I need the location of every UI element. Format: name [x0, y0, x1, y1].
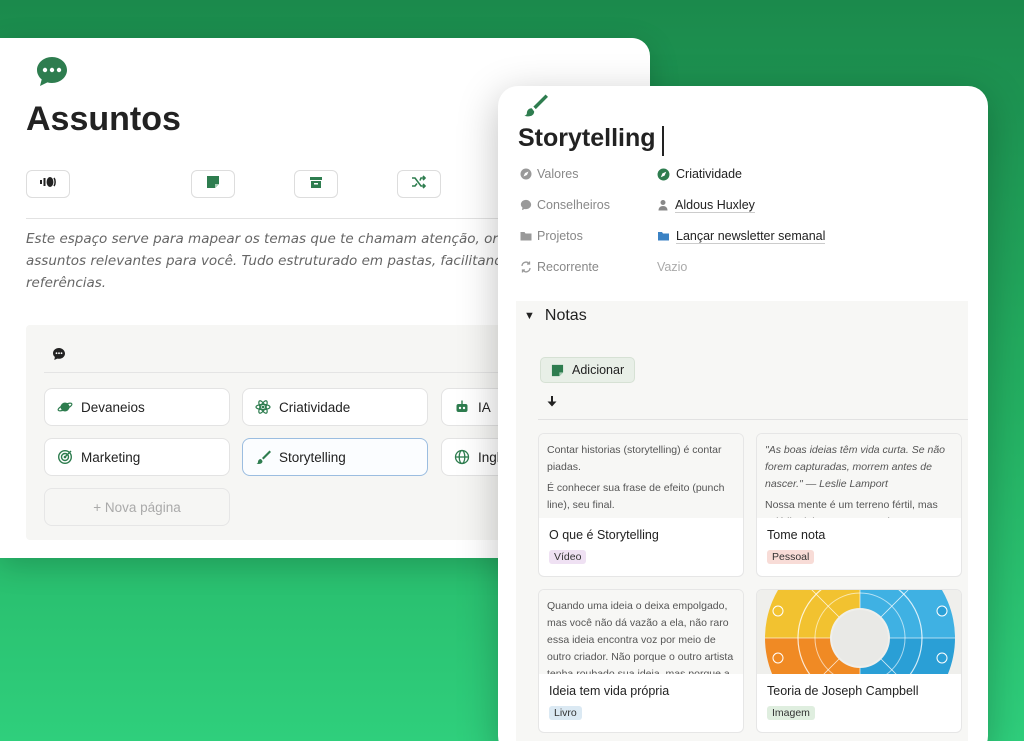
- topic-card-storytelling[interactable]: Storytelling: [242, 438, 428, 476]
- new-page-label: + Nova página: [93, 499, 181, 515]
- person-icon: [658, 200, 668, 211]
- compass-icon: [657, 168, 670, 180]
- property-value[interactable]: Vazio: [657, 260, 687, 274]
- card-preview: Contar historias (storytelling) é contar…: [539, 434, 743, 518]
- topic-label: Ingl: [478, 449, 500, 465]
- card-tag: Pessoal: [767, 550, 815, 564]
- property-recorrente[interactable]: Recorrente Vazio: [520, 257, 687, 277]
- archive-button[interactable]: [294, 170, 338, 198]
- archive-icon: [309, 175, 323, 194]
- page-title: Assuntos: [26, 100, 181, 138]
- card-title: Teoria de Joseph Campbell: [767, 684, 919, 698]
- target-icon: [57, 449, 73, 465]
- add-note-button[interactable]: Adicionar: [540, 357, 636, 383]
- topic-label: Criatividade: [279, 399, 351, 415]
- card-preview: "As boas ideias têm vida curta. Se não f…: [757, 434, 961, 518]
- compass-icon: [520, 168, 532, 180]
- property-value[interactable]: Aldous Huxley: [657, 198, 755, 213]
- chat-bubble-icon: [52, 347, 66, 366]
- property-conselheiros[interactable]: Conselheiros Aldous Huxley: [520, 195, 755, 215]
- chat-bubble-icon: [520, 199, 532, 211]
- property-label: Recorrente: [520, 260, 657, 274]
- note-icon: [551, 364, 564, 376]
- notes-heading: Notas: [544, 307, 587, 324]
- property-projetos[interactable]: Projetos Lançar newsletter semanal: [520, 226, 826, 246]
- card-tag: Imagem: [767, 706, 815, 720]
- card-title: Tome nota: [767, 528, 826, 542]
- card-title: Ideia tem vida própria: [549, 684, 670, 698]
- topic-label: IA: [478, 399, 491, 415]
- shuffle-icon: [411, 174, 427, 194]
- robot-icon: [454, 399, 470, 415]
- card-preview: Quando uma ideia o deixa empolgado, mas …: [539, 590, 743, 674]
- note-card[interactable]: "As boas ideias têm vida curta. Se não f…: [756, 433, 962, 577]
- note-button[interactable]: [191, 170, 235, 198]
- divider: [538, 419, 968, 420]
- note-icon: [206, 175, 220, 194]
- podcast-button[interactable]: [26, 170, 70, 198]
- note-card[interactable]: Teoria de Joseph Campbell Imagem: [756, 589, 962, 733]
- notes-toggle[interactable]: ▼ Notas: [524, 307, 587, 325]
- topic-label: Marketing: [81, 449, 141, 465]
- property-label: Conselheiros: [520, 198, 657, 212]
- repeat-icon: [521, 261, 531, 273]
- brush-icon: [255, 449, 271, 465]
- atom-icon: [255, 399, 271, 415]
- topic-label: Storytelling: [279, 449, 346, 465]
- chat-bubble-icon: [34, 54, 70, 90]
- notes-section: ▼ Notas Adicionar Contar historias (stor…: [516, 301, 968, 741]
- folder-icon: [658, 232, 669, 241]
- note-card[interactable]: Contar historias (storytelling) é contar…: [538, 433, 744, 577]
- topic-card-marketing[interactable]: Marketing: [44, 438, 230, 476]
- podcast-icon: [39, 175, 57, 194]
- property-label: Projetos: [520, 229, 657, 243]
- globe-icon: [454, 449, 470, 465]
- note-card[interactable]: Quando uma ideia o deixa empolgado, mas …: [538, 589, 744, 733]
- property-value[interactable]: Criatividade: [657, 167, 742, 181]
- planet-icon: [57, 399, 73, 415]
- arrow-down-icon[interactable]: [546, 395, 558, 413]
- card-tag: Vídeo: [549, 550, 587, 564]
- property-valores[interactable]: Valores Criatividade: [520, 164, 742, 184]
- add-note-label: Adicionar: [572, 363, 625, 377]
- card-title: O que é Storytelling: [549, 528, 659, 542]
- storytelling-window: Storytelling Valores Criatividade Consel…: [498, 86, 988, 741]
- shuffle-button[interactable]: [397, 170, 441, 198]
- heros-journey-image: [757, 590, 961, 674]
- card-tag: Livro: [549, 706, 582, 720]
- topic-card-devaneios[interactable]: Devaneios: [44, 388, 230, 426]
- new-page-button[interactable]: + Nova página: [44, 488, 230, 526]
- page-title[interactable]: Storytelling: [518, 124, 656, 153]
- topic-card-criatividade[interactable]: Criatividade: [242, 388, 428, 426]
- property-label: Valores: [520, 167, 657, 181]
- triangle-down-icon: ▼: [524, 310, 535, 322]
- property-value[interactable]: Lançar newsletter semanal: [657, 229, 826, 244]
- folder-icon: [520, 232, 532, 241]
- brush-icon: [522, 92, 548, 123]
- topic-label: Devaneios: [81, 399, 145, 415]
- text-cursor: [662, 126, 664, 156]
